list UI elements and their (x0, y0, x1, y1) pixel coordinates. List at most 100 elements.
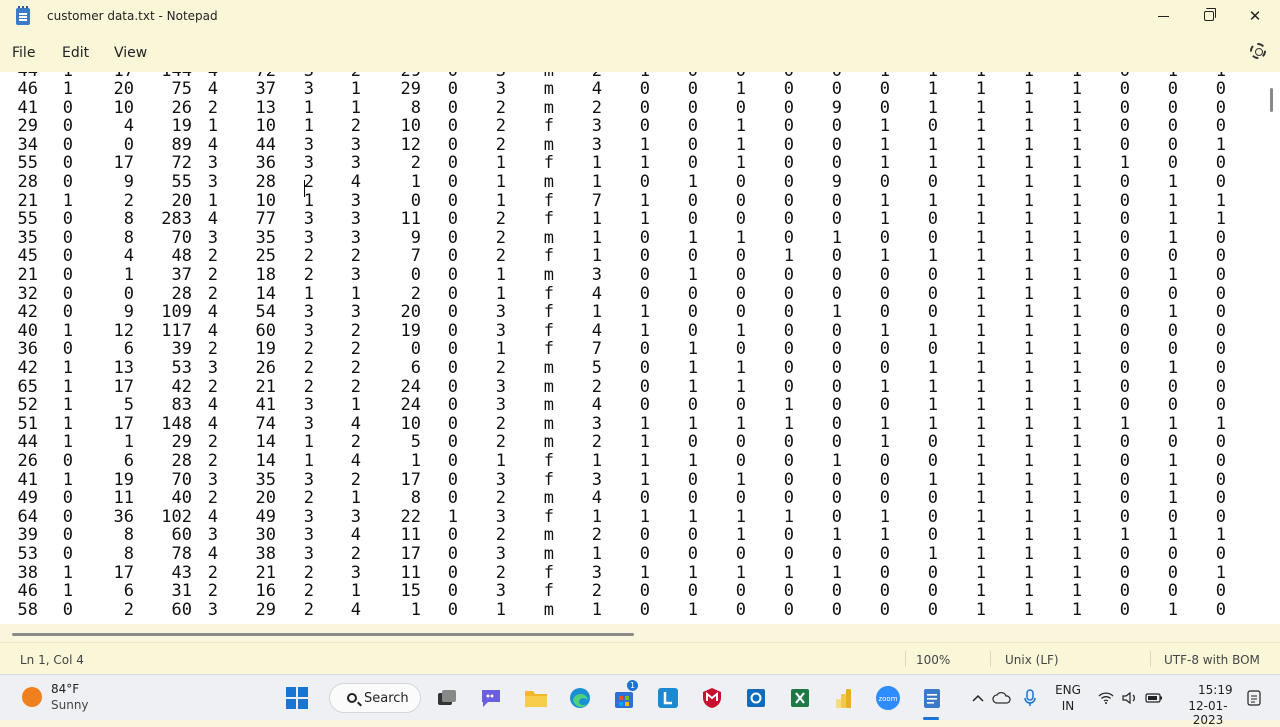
field-value: 0 (62, 265, 73, 285)
text-line[interactable]: 21 0 1 37 2 18 2 3 0 0 1 m 3 0 1 0 0 0 0 0 1 1 1 0 1 0 (0, 265, 1260, 285)
field-value: 1 (1215, 525, 1226, 546)
status-divider (1150, 651, 1151, 667)
onedrive-cloud-icon[interactable] (988, 684, 1016, 712)
restore-icon (1204, 8, 1216, 21)
text-line[interactable]: 41 0 10 26 2 13 1 1 8 0 2 m 2 0 0 0 0 9 0 1 1 1 1 0 0 0 (0, 98, 1260, 118)
field-value: 0 (1215, 451, 1226, 471)
text-line[interactable]: 21 1 2 20 1 10 1 3 0 0 1 f 7 1 0 0 0 0 1 1 1 1 1 0 1 1 (0, 190, 1260, 211)
vertical-scrollbar[interactable] (1270, 88, 1273, 112)
field-value: 0 (1215, 265, 1226, 285)
notepad-taskbar-icon[interactable] (918, 684, 946, 712)
field-value: 0 (62, 246, 73, 267)
text-line[interactable]: 40 1 12 117 4 60 3 2 19 0 3 f 4 1 0 1 0 0 1 1 1 1 1 0 0 0 (0, 321, 1260, 341)
notification-icon[interactable] (1240, 684, 1268, 712)
field-value: 0 (1215, 488, 1226, 509)
text-line[interactable]: 45 0 4 48 2 25 2 2 7 0 2 f 1 0 0 0 1 0 1 1 1 1 1 0 0 0 (0, 246, 1260, 267)
field-value: 0 (62, 153, 73, 174)
field-value: 0 (62, 227, 73, 248)
text-line[interactable]: 42 0 9 109 4 54 3 3 20 0 3 f 1 1 0 0 0 1 0 0 1 1 1 0 1 0 (0, 302, 1260, 322)
field-value: 0 (62, 525, 73, 546)
text-line[interactable]: 51 1 17 148 4 74 3 4 10 0 2 m 3 1 1 1 1 0 1 1 1 1 1 1 1 1 (0, 414, 1260, 434)
text-line[interactable]: 44 1 1 29 2 14 1 2 5 0 2 m 2 1 0 0 0 0 1 0 1 1 1 0 0 0 (0, 432, 1260, 453)
field-value: 1 (62, 190, 73, 211)
field-value: 0 (1215, 432, 1226, 453)
field-value: 0 (62, 488, 73, 509)
start-button[interactable] (283, 684, 311, 712)
menu-view[interactable]: View (114, 45, 147, 61)
text-line[interactable]: 38 1 17 43 2 21 2 3 11 0 2 f 3 1 1 1 1 1 0 0 1 1 1 0 0 1 (0, 562, 1260, 583)
field-value: 0 (1215, 395, 1226, 416)
settings-gear-icon[interactable] (1250, 43, 1266, 59)
text-line[interactable]: 65 1 17 42 2 21 2 2 24 0 3 m 2 0 1 1 0 0 1 1 1 1 1 0 0 0 (0, 376, 1260, 397)
power-bi-icon[interactable] (830, 684, 858, 712)
field-value: 1 (1215, 562, 1226, 583)
field-value: 0 (1215, 116, 1226, 137)
minimize-button[interactable] (1140, 0, 1186, 32)
text-line[interactable]: 52 1 5 83 4 41 3 1 24 0 3 m 4 0 0 0 1 0 0 1 1 1 1 0 0 0 (0, 395, 1260, 416)
clock-time[interactable]: 15:19 (1198, 683, 1233, 697)
file-explorer-icon[interactable] (522, 684, 550, 712)
text-line[interactable]: 35 0 8 70 3 35 3 3 9 0 2 m 1 0 1 1 0 1 0 0 1 1 1 0 1 0 (0, 227, 1260, 248)
line-ending: Unix (LF) (1005, 653, 1059, 667)
field-value: 0 (62, 172, 73, 192)
field-value: 1 (62, 469, 73, 490)
field-value: 0 (1215, 544, 1226, 564)
taskbar-search[interactable]: Search (329, 683, 421, 713)
text-line[interactable]: 34 0 0 89 4 44 3 3 12 0 2 m 3 1 0 1 0 0 1 1 1 1 1 0 0 1 (0, 135, 1260, 155)
field-value: 0 (62, 451, 73, 471)
language-region[interactable]: IN (1052, 699, 1084, 713)
text-line[interactable]: 58 0 2 60 3 29 2 4 1 0 1 m 1 0 1 0 0 0 0 0 1 1 1 0 1 0 (0, 599, 1260, 620)
weather-condition[interactable]: Sunny (51, 698, 89, 712)
libre-icon[interactable] (654, 684, 682, 712)
status-bar: Ln 1, Col 4 100% Unix (LF) UTF-8 with BO… (0, 642, 1280, 674)
field-value: 0 (1215, 339, 1226, 360)
field-value: 1 (1215, 190, 1226, 211)
text-line[interactable]: 55 0 17 72 3 36 3 3 2 0 1 f 1 1 0 1 0 0 1 1 1 1 1 1 0 0 (0, 153, 1260, 174)
battery-icon[interactable] (1140, 684, 1168, 712)
minimize-icon (1157, 15, 1169, 17)
field-value: 1 (62, 395, 73, 416)
menu-file[interactable]: File (12, 45, 35, 61)
text-line[interactable]: 26 0 6 28 2 14 1 4 1 0 1 f 1 1 1 0 0 1 0 0 1 1 1 0 1 0 (0, 451, 1260, 471)
text-line[interactable]: 46 1 20 75 4 37 3 1 29 0 3 m 4 0 0 1 0 0 0 1 1 1 1 0 0 0 (0, 79, 1260, 99)
menu-edit[interactable]: Edit (62, 45, 89, 61)
text-editor[interactable]: 44117144472322903m2100001111101146120754… (0, 72, 1280, 624)
field-value: 0 (1215, 599, 1226, 620)
text-line[interactable]: 53 0 8 78 4 38 3 2 17 0 3 m 1 0 0 0 0 0 0 1 1 1 1 0 0 0 (0, 544, 1260, 564)
text-line[interactable]: 49 0 11 40 2 20 2 1 8 0 2 m 4 0 0 0 0 0 0 0 1 1 1 0 1 0 (0, 488, 1260, 509)
weather-sun-icon[interactable] (22, 687, 42, 707)
edge-icon[interactable] (566, 684, 594, 712)
outlook-icon[interactable] (742, 684, 770, 712)
maximize-button[interactable] (1186, 0, 1232, 32)
language-indicator[interactable]: ENG (1052, 683, 1084, 697)
text-line[interactable]: 55 0 8 283 4 77 3 3 11 0 2 f 1 1 0 0 0 0 1 0 1 1 1 0 1 1 (0, 209, 1260, 229)
weather-temperature[interactable]: 84°F (51, 682, 79, 696)
clock-date[interactable]: 12-01-2023 (1176, 699, 1240, 727)
microphone-icon[interactable] (1016, 684, 1044, 712)
text-line[interactable]: 29 0 4 19 1 10 1 2 10 0 2 f 3 0 0 1 0 0 1 0 1 1 1 0 0 0 (0, 116, 1260, 137)
text-line[interactable]: 39 0 8 60 3 30 3 4 11 0 2 m 2 0 0 1 0 1 1 0 1 1 1 1 1 1 (0, 525, 1260, 546)
field-value: 0 (62, 339, 73, 360)
horizontal-scrollbar[interactable] (12, 633, 634, 636)
taskbar: 84°F Sunny Search 1 zoom ENG IN 15:19 12… (0, 674, 1280, 727)
zoom-icon[interactable]: zoom (874, 684, 902, 712)
text-line[interactable]: 46 1 6 31 2 16 2 1 15 0 3 f 2 0 0 0 0 0 0 0 1 1 1 0 0 0 (0, 581, 1260, 601)
text-line[interactable]: 64 0 36 102 4 49 3 3 22 1 3 f 1 1 1 1 1 0 1 0 1 1 1 0 0 0 (0, 506, 1260, 527)
field-value: 0 (62, 544, 73, 564)
text-line[interactable]: 41 1 19 70 3 35 3 2 17 0 3 f 3 1 0 1 0 0 0 1 1 1 1 0 1 0 (0, 469, 1260, 490)
status-divider (905, 651, 906, 667)
text-line[interactable]: 32 0 0 28 2 14 1 1 2 0 1 f 4 0 0 0 0 0 0 0 1 1 1 0 0 0 (0, 283, 1260, 304)
field-value: 0 (62, 506, 73, 527)
excel-icon[interactable] (786, 684, 814, 712)
text-line[interactable]: 28 0 9 55 3 28 2 4 1 0 1 m 1 0 1 0 0 9 0 0 1 1 1 0 1 0 (0, 172, 1260, 192)
mcafee-icon[interactable] (698, 684, 726, 712)
close-button[interactable]: ✕ (1232, 0, 1278, 32)
text-line[interactable]: 42 1 13 53 3 26 2 2 6 0 2 m 5 0 1 1 0 0 0 1 1 1 1 0 1 0 (0, 358, 1260, 378)
teams-chat-icon[interactable] (477, 684, 505, 712)
field-value: 0 (62, 283, 73, 304)
field-value: 1 (62, 376, 73, 397)
windows-logo-icon (286, 687, 308, 709)
task-view-icon[interactable] (433, 684, 461, 712)
field-value: 0 (1215, 227, 1226, 248)
text-line[interactable]: 36 0 6 39 2 19 2 2 0 0 1 f 7 0 1 0 0 0 0 0 1 1 1 0 0 0 (0, 339, 1260, 360)
